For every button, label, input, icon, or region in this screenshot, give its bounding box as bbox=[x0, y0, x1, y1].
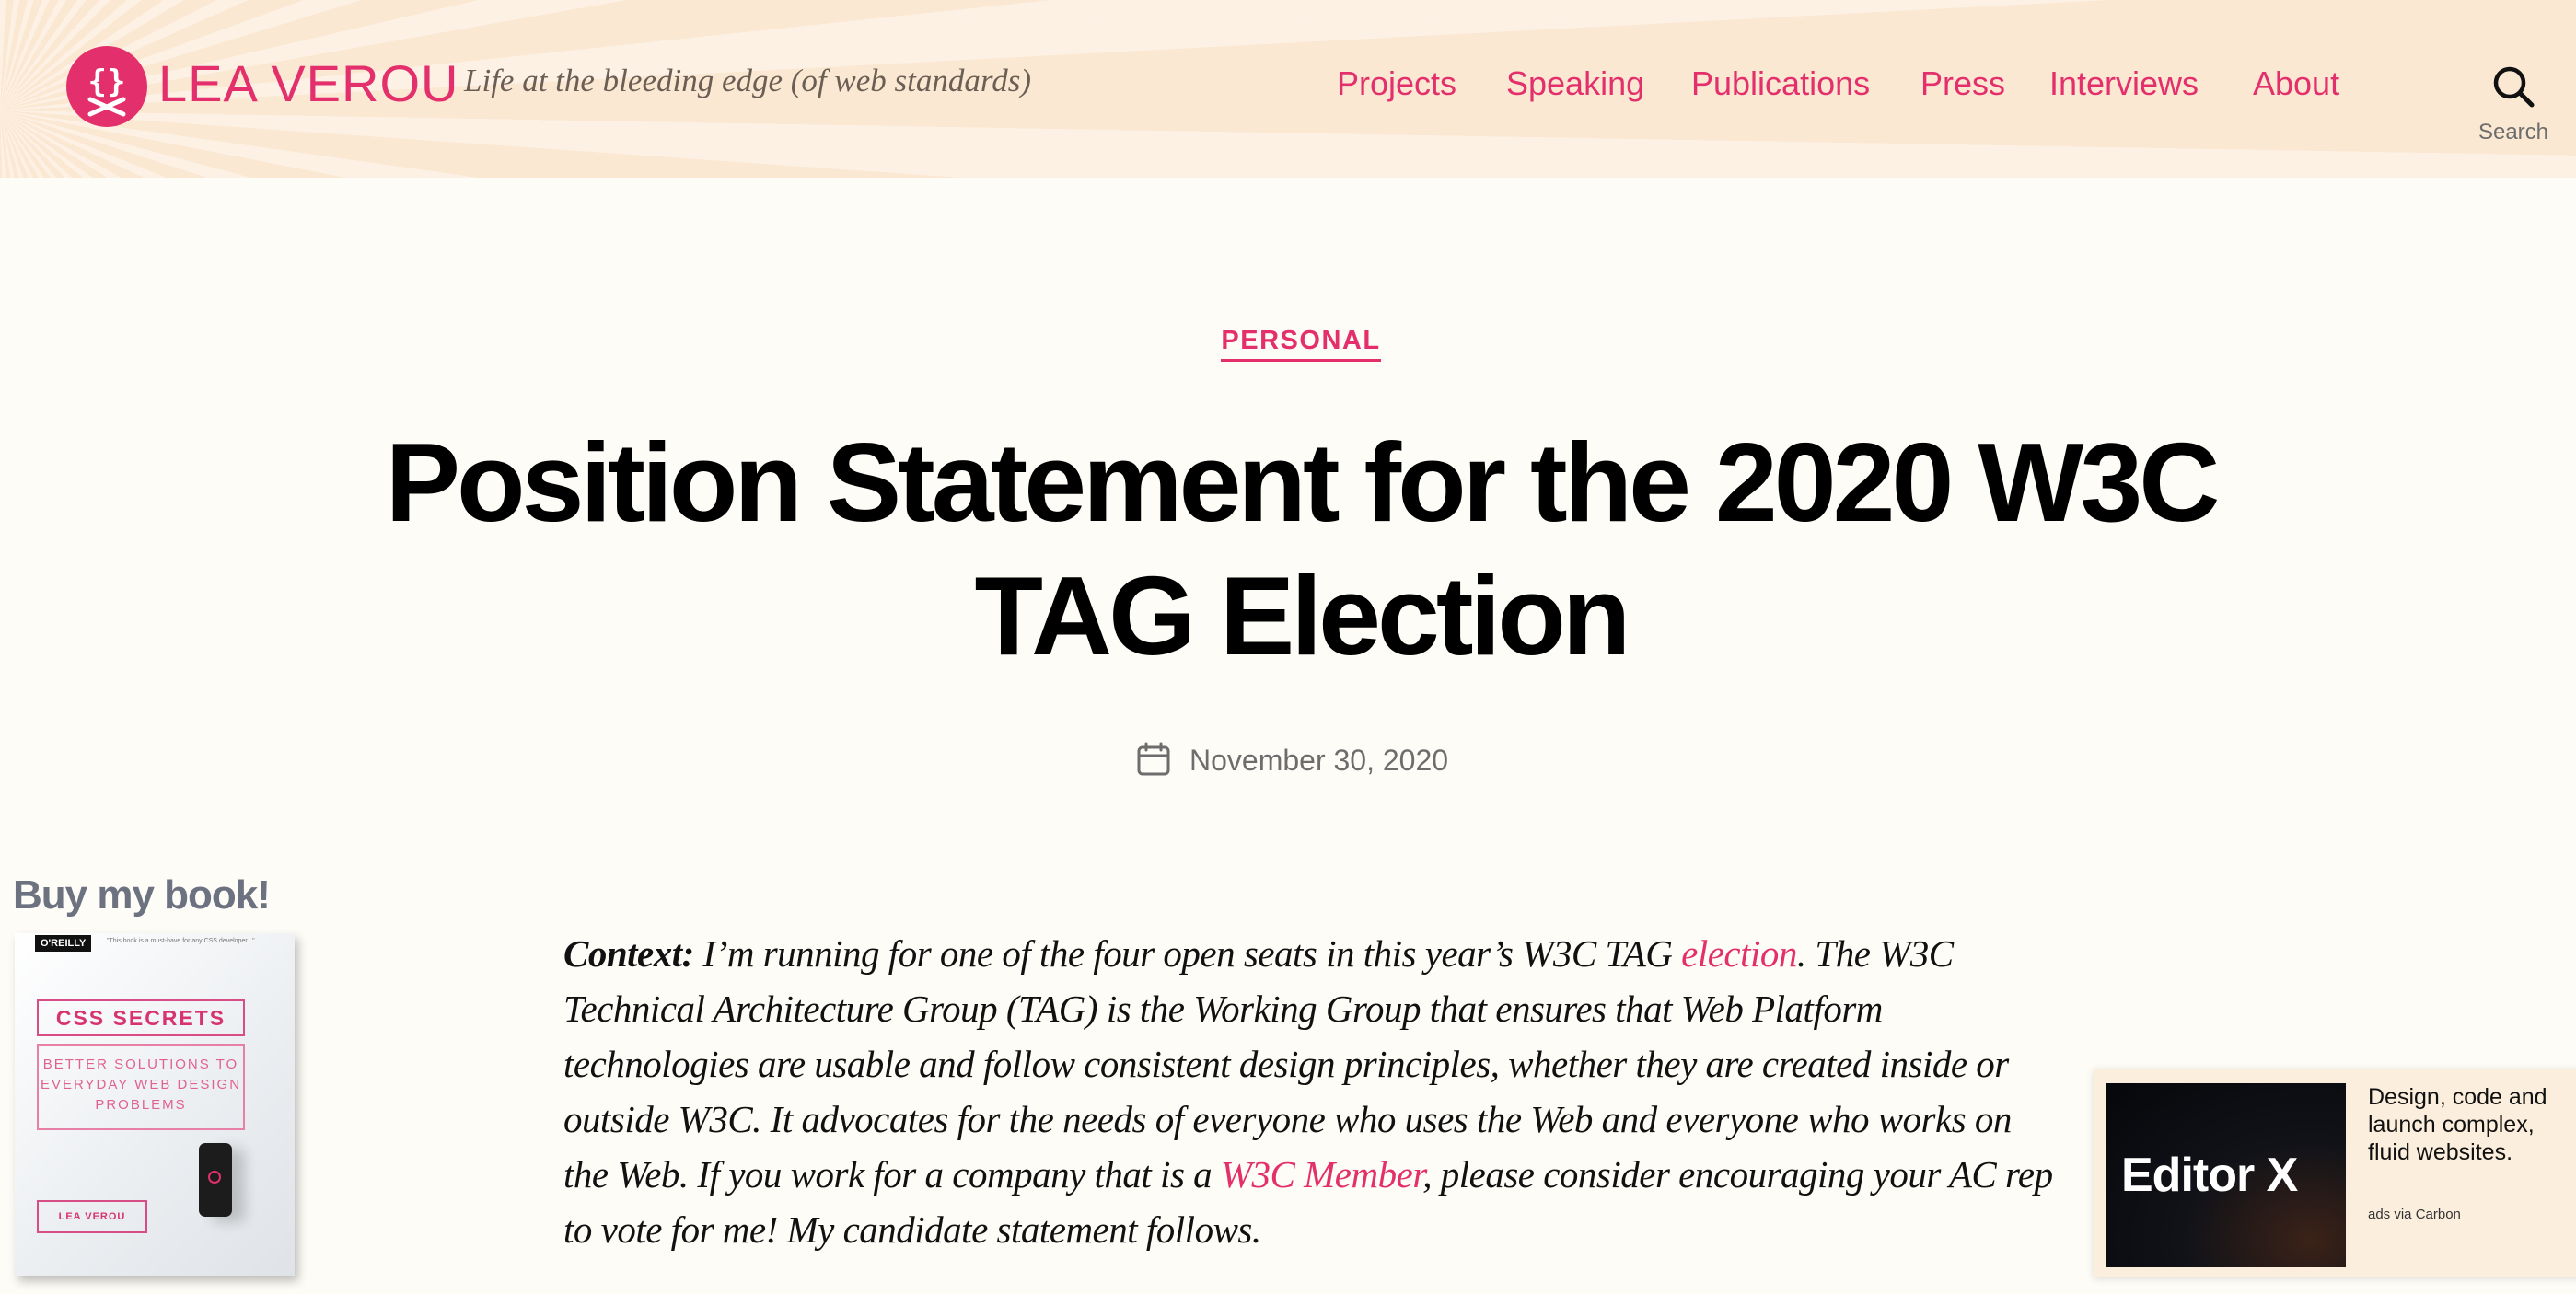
category-link[interactable]: PERSONAL bbox=[1221, 326, 1381, 362]
book-subtitle: BETTER SOLUTIONS TO EVERYDAY WEB DESIGN … bbox=[37, 1044, 245, 1130]
w3c-member-link[interactable]: W3C Member bbox=[1221, 1153, 1423, 1196]
category-link-wrap: PERSONAL bbox=[0, 326, 2576, 362]
phone-illustration bbox=[199, 1143, 232, 1217]
election-link[interactable]: election bbox=[1681, 932, 1797, 975]
search-label: Search bbox=[2477, 120, 2549, 144]
nav-link-publications[interactable]: Publications bbox=[1691, 64, 1870, 103]
nav-link-about[interactable]: About bbox=[2253, 64, 2339, 103]
nav-link-interviews[interactable]: Interviews bbox=[2049, 64, 2199, 103]
book-title: CSS SECRETS bbox=[37, 999, 245, 1036]
carbon-ad: Editor X Design, code and launch complex… bbox=[2094, 1069, 2576, 1277]
phone-logo-icon bbox=[208, 1171, 221, 1184]
context-label: Context: bbox=[563, 932, 694, 975]
publisher-label: O'REILLY bbox=[35, 935, 92, 952]
content-text: I’m running for one of the four open sea… bbox=[693, 932, 1682, 975]
entry-title: Position Statement for the 2020 W3C TAG … bbox=[385, 420, 2221, 678]
ad-image-text: Editor X bbox=[2121, 1149, 2298, 1202]
post-date[interactable]: November 30, 2020 bbox=[1189, 744, 1448, 778]
book-author: LEA VEROU bbox=[37, 1200, 147, 1233]
search-toggle[interactable]: Search bbox=[2467, 59, 2559, 151]
book-promo-heading: Buy my book! bbox=[13, 872, 271, 918]
nav-link-press[interactable]: Press bbox=[1920, 64, 2005, 103]
calendar-icon bbox=[1137, 742, 1170, 776]
book-cover[interactable]: O'REILLY "This book is a must-have for a… bbox=[15, 933, 295, 1276]
ad-image[interactable]: Editor X bbox=[2106, 1083, 2346, 1267]
nav-link-speaking[interactable]: Speaking bbox=[1506, 64, 1644, 103]
primary-nav: Projects Speaking Publications Press Int… bbox=[0, 64, 2576, 110]
book-blurb: "This book is a must-have for any CSS de… bbox=[107, 938, 255, 944]
entry-content-paragraph: Context: I’m running for one of the four… bbox=[563, 926, 2055, 1257]
ad-text[interactable]: Design, code and launch complex, fluid w… bbox=[2368, 1083, 2576, 1166]
search-icon bbox=[2493, 66, 2535, 108]
ad-poweredby-link[interactable]: ads via Carbon bbox=[2368, 1207, 2461, 1222]
nav-link-projects[interactable]: Projects bbox=[1337, 64, 1456, 103]
site-header: {} LEA VEROU Life at the bleeding edge (… bbox=[0, 0, 2576, 178]
